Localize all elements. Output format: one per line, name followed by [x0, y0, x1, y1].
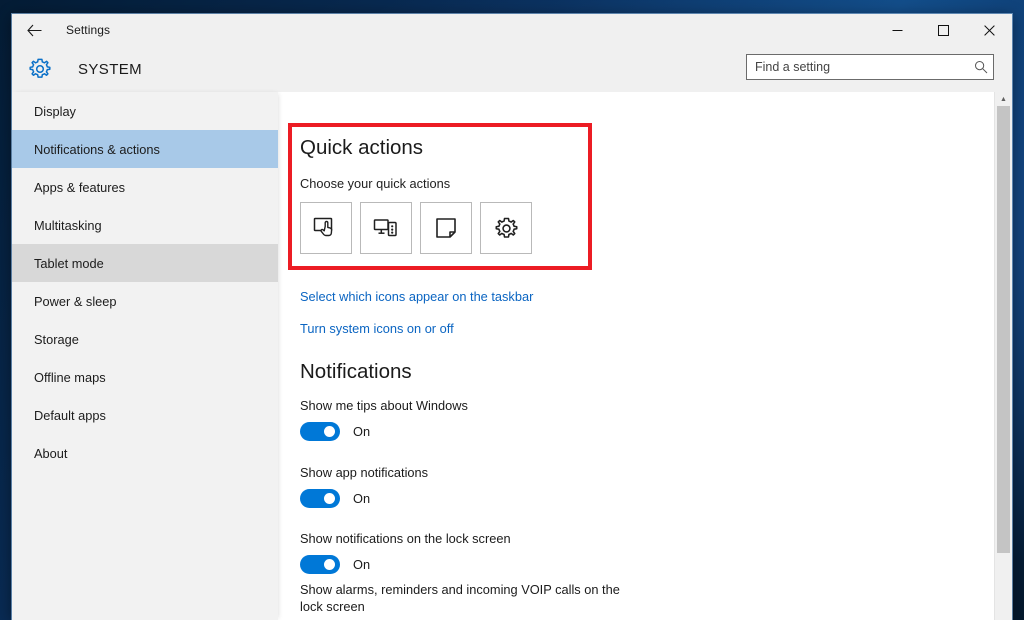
- window-controls: [874, 14, 1012, 46]
- maximize-icon: [937, 24, 949, 36]
- quick-action-tile-connect[interactable]: [360, 202, 412, 254]
- sidebar-item-label: Power & sleep: [34, 293, 117, 309]
- setting-show-lock-screen-notifications: Show notifications on the lock screen On: [300, 530, 511, 574]
- settings-window: Settings SYSTEM Find a setting Display N…: [12, 14, 1012, 620]
- quick-action-tile-tablet-mode[interactable]: [300, 202, 352, 254]
- content-scrollbar[interactable]: ▲: [994, 92, 1012, 620]
- sidebar-item-display[interactable]: Display: [12, 92, 278, 130]
- setting-label: Show notifications on the lock screen: [300, 531, 511, 546]
- minimize-button[interactable]: [874, 14, 920, 46]
- toggle-row: On: [300, 489, 428, 508]
- sidebar-item-notifications-actions[interactable]: Notifications & actions: [12, 130, 278, 168]
- gear-icon: [26, 55, 54, 83]
- sidebar-item-default-apps[interactable]: Default apps: [12, 396, 278, 434]
- quick-actions-heading: Quick actions: [300, 136, 424, 159]
- content-pane: Quick actions Choose your quick actions: [278, 92, 1012, 620]
- toggle-show-tips[interactable]: [300, 422, 340, 441]
- sidebar-item-label: Notifications & actions: [34, 141, 160, 157]
- back-button[interactable]: [12, 14, 56, 46]
- maximize-button[interactable]: [920, 14, 966, 46]
- tablet-mode-icon: [313, 217, 333, 237]
- quick-action-tiles: [300, 202, 532, 254]
- link-turn-system-icons[interactable]: Turn system icons on or off: [300, 321, 454, 336]
- toggle-state-label: On: [353, 491, 371, 506]
- sidebar-item-label: Apps & features: [34, 179, 126, 195]
- toggle-row: On: [300, 555, 511, 574]
- sidebar-item-storage[interactable]: Storage: [12, 320, 278, 358]
- title-bar: Settings: [12, 14, 1012, 46]
- page-title: SYSTEM: [78, 60, 143, 78]
- connect-display-icon: [373, 219, 397, 237]
- toggle-state-label: On: [353, 424, 371, 439]
- sidebar-item-tablet-mode[interactable]: Tablet mode: [12, 244, 278, 282]
- search-box[interactable]: [746, 54, 994, 80]
- settings-header: SYSTEM: [12, 46, 1012, 92]
- close-button[interactable]: [966, 14, 1012, 46]
- all-settings-gear-icon: [494, 217, 518, 238]
- setting-label: Show alarms, reminders and incoming VOIP…: [300, 582, 620, 614]
- note-icon: [436, 218, 456, 238]
- setting-label: Show me tips about Windows: [300, 398, 468, 413]
- sidebar-item-apps-features[interactable]: Apps & features: [12, 168, 278, 206]
- sidebar-item-label: Display: [34, 103, 76, 119]
- back-arrow-icon: [26, 24, 41, 36]
- sidebar-item-label: Multitasking: [34, 217, 102, 233]
- quick-action-tile-all-settings[interactable]: [480, 202, 532, 254]
- quick-action-tile-note[interactable]: [420, 202, 472, 254]
- sidebar-item-label: About: [34, 445, 68, 461]
- search-input[interactable]: [747, 60, 969, 74]
- setting-show-app-notifications: Show app notifications On: [300, 464, 428, 508]
- settings-body: Display Notifications & actions Apps & f…: [12, 92, 1012, 620]
- sidebar-item-about[interactable]: About: [12, 434, 278, 472]
- toggle-show-app-notifications[interactable]: [300, 489, 340, 508]
- sidebar-item-label: Default apps: [34, 407, 106, 423]
- close-icon: [983, 24, 995, 36]
- scroll-up-arrow[interactable]: ▲: [995, 92, 1012, 106]
- sidebar-item-label: Offline maps: [34, 369, 106, 385]
- sidebar-item-offline-maps[interactable]: Offline maps: [12, 358, 278, 396]
- minimize-icon: [892, 29, 902, 31]
- setting-show-tips: Show me tips about Windows On: [300, 397, 468, 441]
- link-select-taskbar-icons[interactable]: Select which icons appear on the taskbar: [300, 289, 533, 304]
- sidebar: Display Notifications & actions Apps & f…: [12, 92, 278, 620]
- toggle-state-label: On: [353, 557, 371, 572]
- setting-show-alarms-voip: Show alarms, reminders and incoming VOIP…: [300, 581, 640, 620]
- sidebar-item-label: Storage: [34, 331, 79, 347]
- toggle-show-lock-screen-notifications[interactable]: [300, 555, 340, 574]
- search-icon[interactable]: [969, 60, 993, 74]
- sidebar-item-power-sleep[interactable]: Power & sleep: [12, 282, 278, 320]
- window-title: Settings: [66, 23, 111, 37]
- toggle-row: On: [300, 422, 468, 441]
- sidebar-item-label: Tablet mode: [34, 255, 104, 271]
- notifications-heading: Notifications: [300, 360, 412, 383]
- sidebar-item-multitasking[interactable]: Multitasking: [12, 206, 278, 244]
- scroll-thumb[interactable]: [997, 106, 1010, 553]
- quick-actions-subtitle: Choose your quick actions: [300, 176, 451, 191]
- setting-label: Show app notifications: [300, 465, 429, 480]
